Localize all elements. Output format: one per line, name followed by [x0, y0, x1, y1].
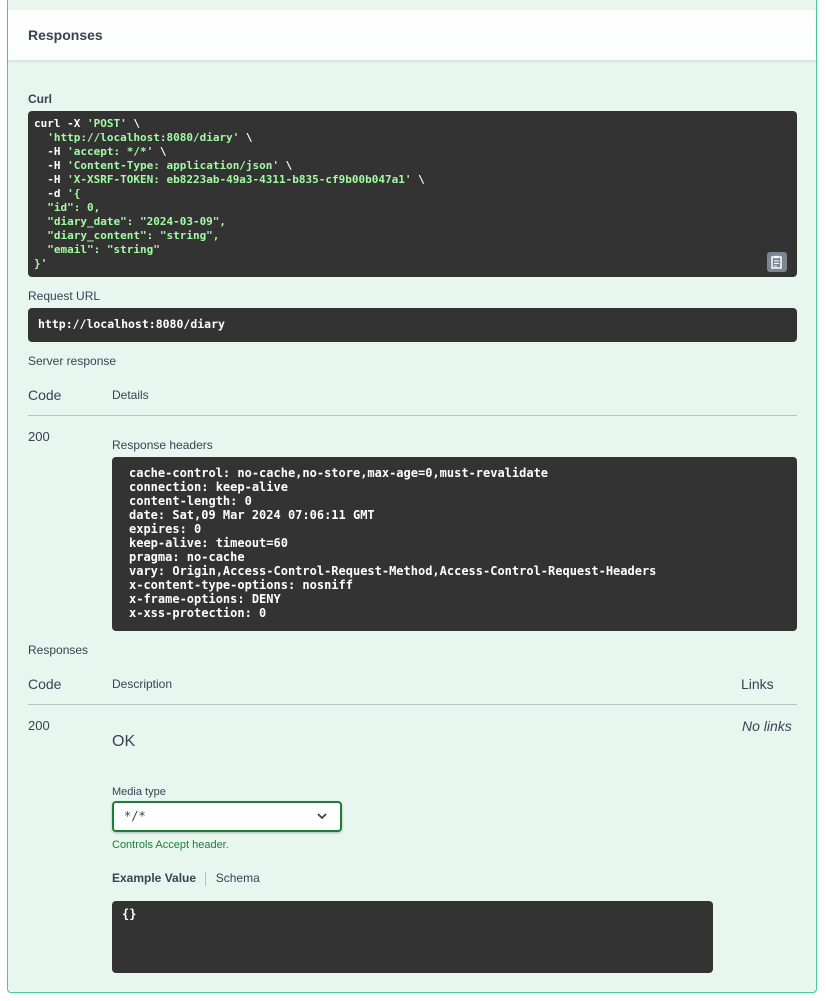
curl-token: \	[279, 159, 293, 172]
curl-line: }'	[34, 257, 791, 271]
curl-line: -H 'Content-Type: application/json' \	[34, 159, 791, 173]
server-response-details-header: Details	[112, 388, 149, 402]
server-response-code: 200	[28, 429, 50, 444]
curl-token: '{	[67, 187, 81, 200]
example-tabs: Example Value Schema	[112, 871, 260, 886]
server-response-code-header: Code	[28, 387, 62, 403]
header-line: x-xss-protection: 0	[129, 606, 267, 620]
curl-token: \	[239, 131, 253, 144]
curl-line: -H 'accept: */*' \	[34, 145, 791, 159]
header-line: connection: keep-alive	[129, 480, 288, 494]
curl-line: curl -X 'POST' \	[34, 117, 791, 131]
copy-to-clipboard-button[interactable]	[767, 252, 787, 272]
curl-code-block[interactable]: curl -X 'POST' \ 'http://localhost:8080/…	[28, 111, 797, 277]
header-line: date: Sat,09 Mar 2024 07:06:11 GMT	[129, 508, 375, 522]
responses-divider	[28, 704, 797, 705]
response-description: OK	[112, 733, 136, 750]
chevron-down-icon	[317, 813, 327, 820]
curl-line: "diary_content": "string",	[34, 229, 791, 243]
clipboard-icon	[771, 255, 782, 269]
curl-token: "diary_content": "string",	[34, 229, 220, 242]
curl-token: curl -X	[34, 117, 87, 130]
responses-links-header: Links	[741, 676, 774, 692]
server-response-divider	[28, 415, 797, 416]
top-band	[8, 0, 816, 10]
media-type-value: */*	[124, 809, 146, 823]
header-line: keep-alive: timeout=60	[129, 536, 288, 550]
responses-description-header: Description	[112, 677, 173, 691]
example-value-block[interactable]: {}	[112, 901, 713, 973]
curl-label: Curl	[28, 92, 52, 106]
curl-token: 'Content-Type: application/json'	[67, 159, 280, 172]
curl-token: "id": 0,	[34, 201, 101, 214]
media-type-select[interactable]: */*	[112, 801, 342, 832]
header-line: x-content-type-options: nosniff	[129, 578, 353, 592]
example-value: {}	[122, 907, 137, 921]
response-code: 200	[28, 718, 50, 733]
server-response-label: Server response	[28, 354, 117, 368]
curl-token: }'	[34, 257, 48, 270]
curl-token: -H	[34, 159, 68, 172]
curl-line: "email": "string"	[34, 243, 791, 257]
curl-token: "diary_date": "2024-03-09",	[34, 215, 227, 228]
header-line: expires: 0	[129, 522, 202, 536]
response-links: No links	[742, 718, 792, 734]
header-line: vary: Origin,Access-Control-Request-Meth…	[129, 564, 657, 578]
request-url-box[interactable]: http://localhost:8080/diary	[28, 308, 797, 342]
tab-schema[interactable]: Schema	[216, 871, 260, 885]
curl-token	[34, 131, 47, 144]
curl-token: -H	[34, 173, 68, 186]
curl-line: 'http://localhost:8080/diary' \	[34, 131, 791, 145]
curl-token: -d	[34, 187, 68, 200]
curl-token: \	[411, 173, 425, 186]
tab-divider	[205, 871, 207, 886]
curl-token: 'http://localhost:8080/diary'	[47, 131, 240, 144]
responses-header: Responses	[8, 10, 816, 61]
request-url-value: http://localhost:8080/diary	[38, 317, 225, 331]
curl-token: 'accept: */*'	[67, 145, 154, 158]
curl-token: -H	[34, 145, 68, 158]
curl-token: \	[153, 145, 167, 158]
curl-token: 'X-XSRF-TOKEN: eb8223ab-49a3-4311-b835-c…	[67, 173, 412, 186]
header-line: cache-control: no-cache,no-store,max-age…	[129, 466, 549, 480]
responses-title: Responses	[28, 27, 103, 43]
response-headers-label: Response headers	[112, 438, 213, 452]
curl-command: curl -X 'POST' \ 'http://localhost:8080/…	[34, 117, 791, 271]
responses-code-header: Code	[28, 676, 62, 692]
header-line: content-length: 0	[129, 494, 252, 508]
curl-line: -H 'X-XSRF-TOKEN: eb8223ab-49a3-4311-b83…	[34, 173, 791, 187]
request-url-label: Request URL	[28, 289, 101, 303]
response-headers-block[interactable]: cache-control: no-cache,no-store,max-age…	[112, 457, 797, 631]
curl-token: "email": "string"	[34, 243, 160, 256]
curl-line: "id": 0,	[34, 201, 791, 215]
curl-line: -d '{	[34, 187, 791, 201]
curl-line: "diary_date": "2024-03-09",	[34, 215, 791, 229]
header-line: x-frame-options: DENY	[129, 592, 281, 606]
tab-example-value[interactable]: Example Value	[112, 871, 196, 885]
responses-label: Responses	[28, 643, 89, 657]
controls-accept-note: Controls Accept header.	[112, 839, 229, 851]
curl-token: 'POST'	[86, 117, 127, 130]
media-type-label: Media type	[112, 786, 166, 798]
curl-token: \	[126, 117, 140, 130]
header-line: pragma: no-cache	[129, 550, 245, 564]
